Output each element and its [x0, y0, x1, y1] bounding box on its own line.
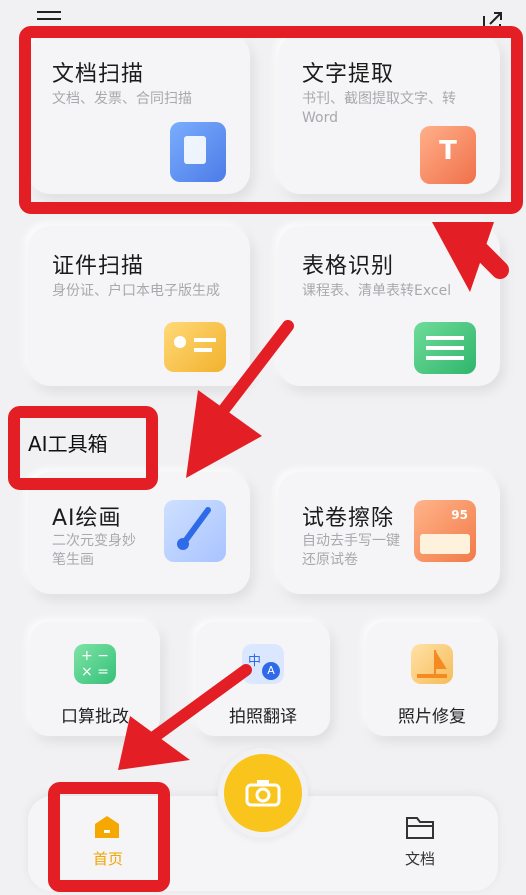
folder-icon [405, 814, 435, 840]
table-recog-subtitle: 课程表、清单表转Excel [302, 283, 452, 299]
translate-label: 拍照翻译 [229, 707, 297, 727]
id-scan-card[interactable]: 证件扫描 身份证、户口本电子版生成 [28, 226, 250, 386]
menu-icon[interactable] [37, 11, 61, 25]
paper-erase-icon: 95 [414, 500, 476, 562]
ai-paint-card[interactable]: AI绘画 二次元变身妙笔生画 [28, 472, 250, 594]
math-grading-label: 口算批改 [61, 707, 129, 727]
ai-paint-title: AI绘画 [52, 506, 122, 531]
paper-erase-subtitle: 自动去手写一键还原试卷 [302, 533, 400, 568]
id-card-icon [164, 322, 226, 372]
math-grading-icon: + − × = [74, 644, 116, 684]
photo-repair-label: 照片修复 [398, 707, 466, 727]
tab-docs[interactable]: 文档 [380, 808, 460, 878]
paper-score-label: 95 [451, 508, 468, 522]
photo-repair-card[interactable]: 照片修复 [366, 622, 498, 736]
ai-paint-subtitle: 二次元变身妙笔生画 [52, 533, 136, 568]
highlight-top-cards [19, 26, 523, 214]
id-scan-subtitle: 身份证、户口本电子版生成 [52, 283, 220, 299]
table-recog-card[interactable]: 表格识别 课程表、清单表转Excel [278, 226, 500, 386]
camera-button[interactable] [218, 748, 308, 838]
translate-card[interactable]: 中 A 拍照翻译 [196, 622, 330, 736]
highlight-ai-toolbox [8, 406, 158, 490]
table-recog-title: 表格识别 [302, 254, 395, 279]
camera-icon [245, 779, 281, 807]
paper-erase-card[interactable]: 试卷擦除 自动去手写一键还原试卷 95 [278, 472, 500, 594]
photo-repair-icon [411, 644, 453, 684]
id-scan-title: 证件扫描 [52, 254, 145, 279]
translate-icon: 中 A [242, 644, 284, 684]
tab-docs-label: 文档 [404, 850, 435, 868]
highlight-home-tab [48, 782, 170, 892]
math-grading-card[interactable]: + − × = 口算批改 [30, 622, 160, 736]
paper-erase-title: 试卷擦除 [302, 506, 395, 531]
paint-brush-icon [164, 500, 226, 562]
table-icon [414, 322, 476, 374]
